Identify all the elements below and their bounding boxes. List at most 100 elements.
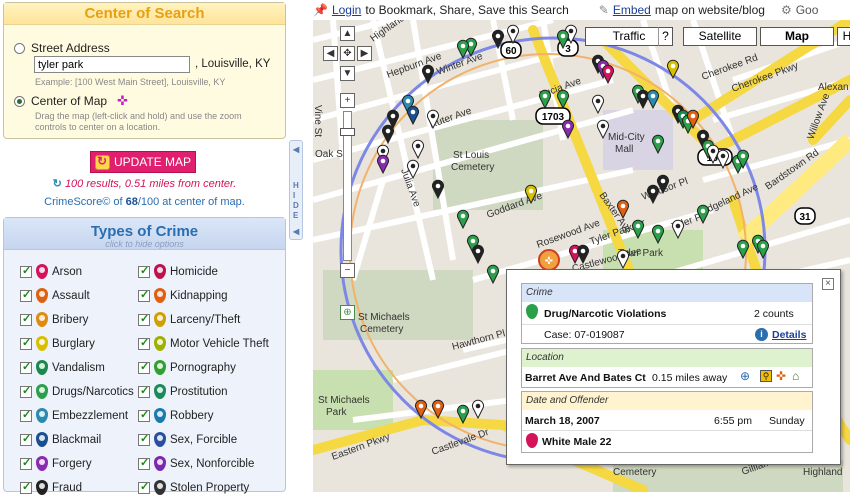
crime-marker[interactable]	[432, 399, 444, 420]
crime-type-fraud[interactable]: Fraud	[20, 480, 82, 495]
crime-marker[interactable]	[647, 89, 659, 110]
magic-wand-icon: ✎	[598, 3, 609, 17]
nearby-icon[interactable]: ⌂	[792, 369, 799, 383]
street-view-icon[interactable]: ⚲	[760, 370, 772, 382]
center-here-icon[interactable]: ✜	[776, 369, 786, 383]
crime-marker[interactable]	[472, 244, 484, 265]
crime-type-checkbox[interactable]	[20, 456, 32, 470]
map-label: Cemetery	[360, 324, 403, 335]
crime-type-checkbox[interactable]	[20, 312, 32, 326]
crime-type-checkbox[interactable]	[20, 432, 32, 446]
goo-link[interactable]: Goo	[796, 3, 819, 17]
crime-type-label: Prostitution	[170, 385, 228, 398]
location-section: Location Barret Ave And Bates Ct 0.15 mi…	[521, 348, 813, 388]
crime-type-larceny-theft[interactable]: Larceny/Theft	[138, 312, 240, 327]
map-label: Mall	[615, 144, 633, 155]
crime-marker[interactable]	[377, 154, 389, 175]
street-address-radio[interactable]	[14, 42, 25, 54]
locate-button[interactable]: ⊕	[340, 305, 355, 320]
map-label: St Michaels	[318, 395, 370, 406]
crime-type-stolen-property[interactable]: Stolen Property	[138, 480, 249, 495]
pan-up-button[interactable]: ▲	[340, 26, 355, 41]
crime-type-vandalism[interactable]: Vandalism	[20, 360, 105, 375]
crime-type-robbery[interactable]: Robbery	[138, 408, 213, 423]
embed-link[interactable]: Embed	[613, 3, 651, 17]
case-number: Case: 07-019087	[544, 329, 625, 341]
crime-type-checkbox[interactable]	[20, 336, 32, 350]
satellite-button[interactable]: Satellite	[683, 27, 757, 46]
crime-type-bribery[interactable]: Bribery	[20, 312, 88, 327]
crime-type-checkbox[interactable]	[138, 408, 150, 422]
crime-type-kidnapping[interactable]: Kidnapping	[138, 288, 228, 303]
zoom-slider-track[interactable]	[340, 111, 355, 261]
crime-marker[interactable]	[412, 139, 424, 160]
crime-type-pornography[interactable]: Pornography	[138, 360, 236, 375]
crime-type-checkbox[interactable]	[138, 456, 150, 470]
types-of-crime-header[interactable]: Types of Crime click to hide options	[4, 218, 285, 250]
crime-type-sex-forcible[interactable]: Sex, Forcible	[138, 432, 237, 447]
crime-marker[interactable]	[472, 399, 484, 420]
center-of-map-option[interactable]: Center of Map ✜	[14, 93, 128, 109]
crime-type-checkbox[interactable]	[138, 432, 150, 446]
crime-type-checkbox[interactable]	[20, 384, 32, 398]
crime-type-forgery[interactable]: Forgery	[20, 456, 92, 471]
crime-type-sex-nonforcible[interactable]: Sex, Nonforcible	[138, 456, 254, 471]
crime-type-checkbox[interactable]	[138, 336, 150, 350]
close-icon[interactable]: ×	[822, 278, 834, 290]
crime-marker[interactable]	[457, 209, 469, 230]
map-view-button[interactable]: Map	[760, 27, 834, 46]
crime-type-checkbox[interactable]	[20, 264, 32, 278]
hide-sidebar-tab[interactable]: ◀ HIDE ◀	[289, 140, 303, 240]
crime-type-drugs-narcotics[interactable]: Drugs/Narcotics	[20, 384, 134, 399]
crime-type-prostitution[interactable]: Prostitution	[138, 384, 228, 399]
zoom-in-button[interactable]: +	[340, 93, 355, 108]
street-address-label: Street Address	[31, 41, 110, 55]
date-offender-header: Date and Offender	[522, 392, 812, 410]
crime-type-blackmail[interactable]: Blackmail	[20, 432, 101, 447]
street-address-option[interactable]: Street Address	[14, 41, 110, 55]
login-link[interactable]: Login	[332, 3, 361, 17]
crime-pin-icon	[36, 408, 48, 423]
crime-marker[interactable]	[667, 59, 679, 80]
crime-type-checkbox[interactable]	[20, 288, 32, 302]
pan-down-button[interactable]: ▼	[340, 66, 355, 81]
update-map-button[interactable]: UPDATE MAP	[90, 151, 196, 173]
crime-pin-icon	[154, 360, 166, 375]
pushpin-icon: 📌	[313, 3, 328, 17]
crime-type-homicide[interactable]: Homicide	[138, 264, 218, 279]
pan-left-button[interactable]: ◀	[323, 46, 338, 61]
crime-type-checkbox[interactable]	[138, 288, 150, 302]
crime-type-embezzlement[interactable]: Embezzlement	[20, 408, 128, 423]
zoom-slider-handle[interactable]	[340, 128, 355, 136]
pan-right-button[interactable]: ▶	[357, 46, 372, 61]
crime-marker[interactable]	[407, 105, 419, 126]
crime-type-motor-vehicle-theft[interactable]: Motor Vehicle Theft	[138, 336, 269, 351]
crime-type-label: Blackmail	[52, 433, 102, 446]
crime-type-arson[interactable]: Arson	[20, 264, 82, 279]
crime-map[interactable]: Highland Hepburn Ave Winter Ave Ruter Ave Vi…	[313, 20, 850, 492]
map-view-label: Map	[785, 29, 809, 43]
crime-type-checkbox[interactable]	[138, 360, 150, 374]
crime-type-checkbox[interactable]	[138, 384, 150, 398]
crime-marker[interactable]	[487, 264, 499, 285]
crime-marker[interactable]	[757, 239, 769, 260]
pan-center-button[interactable]: ✥	[340, 46, 355, 61]
zoom-to-icon[interactable]: ⊕	[740, 369, 750, 383]
hybrid-button[interactable]: H	[837, 27, 850, 46]
street-address-input[interactable]	[34, 56, 190, 73]
crime-type-checkbox[interactable]	[138, 312, 150, 326]
crime-type-assault[interactable]: Assault	[20, 288, 90, 303]
crime-marker[interactable]	[539, 89, 551, 110]
crime-type-checkbox[interactable]	[20, 360, 32, 374]
crime-pin-icon	[36, 480, 48, 495]
crime-type-burglary[interactable]: Burglary	[20, 336, 95, 351]
zoom-out-button[interactable]: −	[340, 263, 355, 278]
center-of-map-radio[interactable]	[14, 95, 25, 107]
crime-type-checkbox[interactable]	[20, 408, 32, 422]
details-link[interactable]: Details	[772, 329, 806, 341]
crime-marker[interactable]	[592, 94, 604, 115]
traffic-help-button[interactable]: ?	[658, 27, 673, 46]
crime-type-checkbox[interactable]	[138, 264, 150, 278]
crime-marker[interactable]	[637, 89, 649, 110]
crime-type-label: Larceny/Theft	[170, 313, 241, 326]
